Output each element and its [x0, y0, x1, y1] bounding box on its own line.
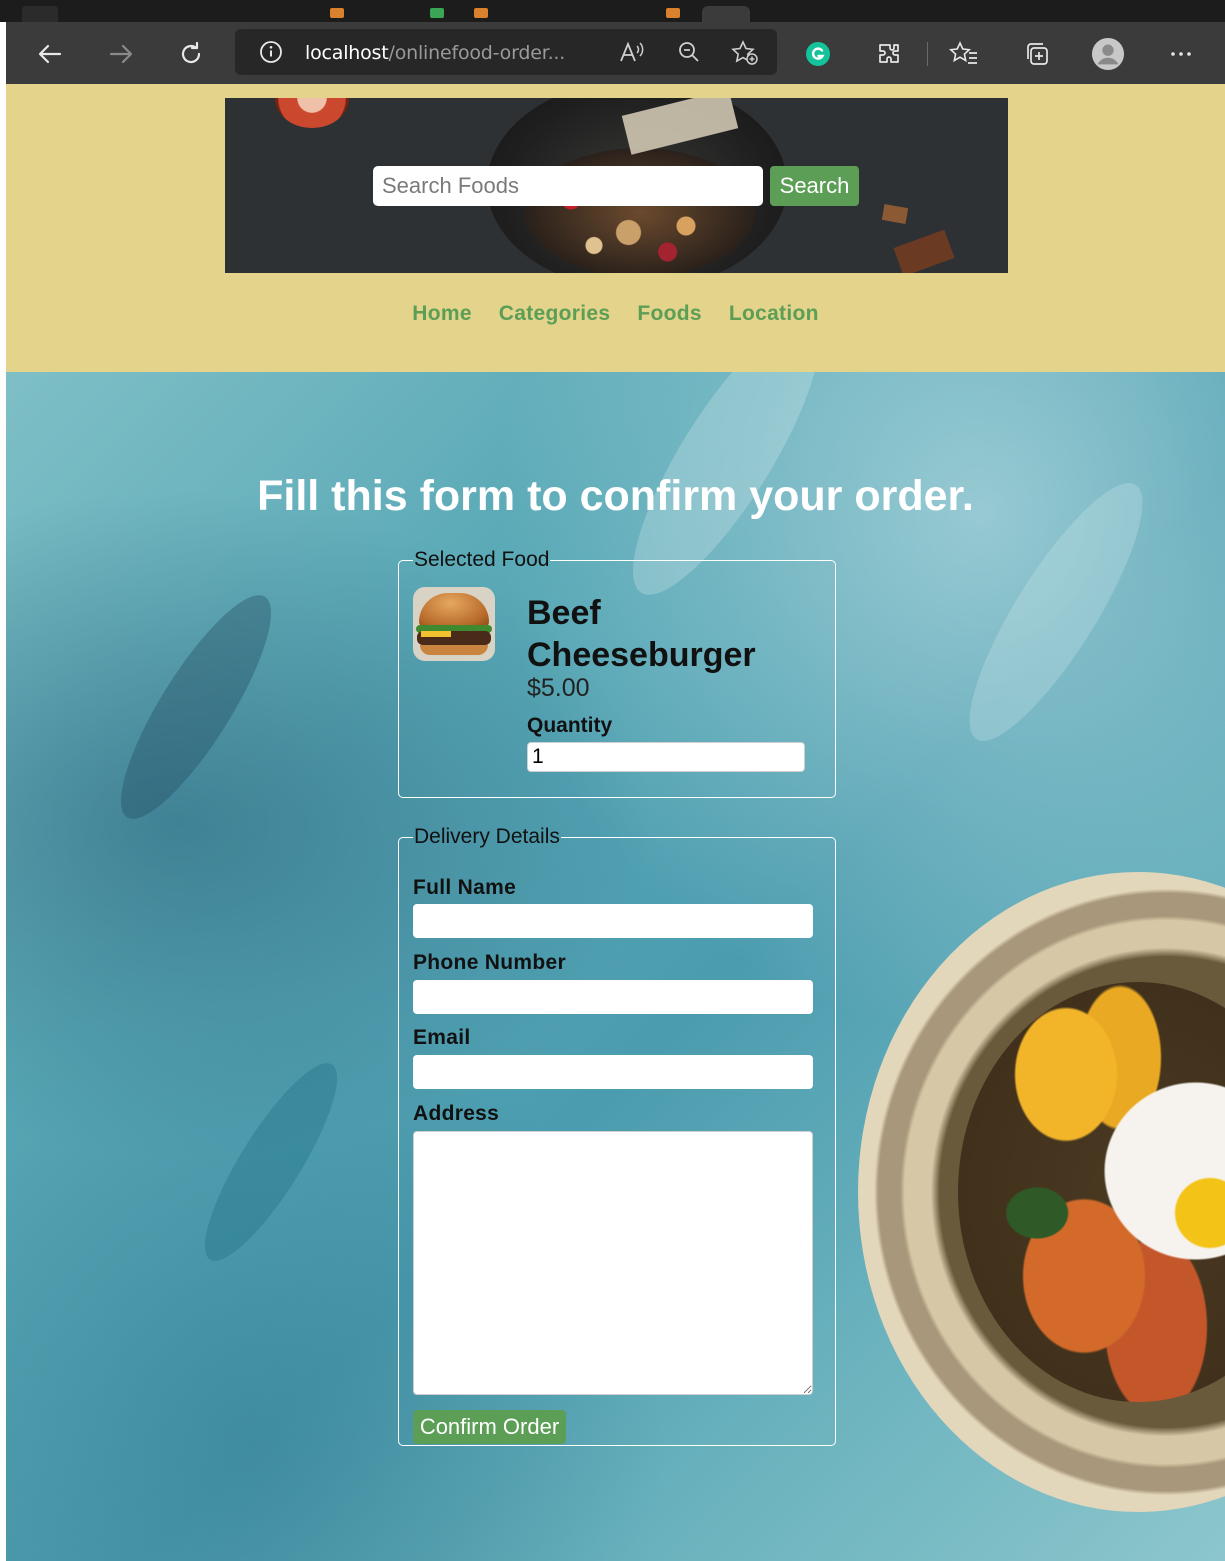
profile-icon[interactable] [1091, 37, 1125, 71]
nav-home[interactable]: Home [412, 302, 472, 326]
search-input[interactable] [373, 166, 763, 206]
refresh-icon[interactable] [174, 37, 208, 71]
nav-location[interactable]: Location [729, 302, 819, 326]
zoom-out-icon[interactable] [677, 40, 701, 64]
address-label: Address [413, 1102, 500, 1125]
tab-favicon[interactable] [474, 8, 488, 18]
tab-stub[interactable] [22, 6, 58, 22]
bowl-food-image [958, 982, 1225, 1402]
banner-chocolate-image [893, 229, 955, 273]
selected-food-legend: Selected Food [414, 548, 550, 571]
tab-favicon[interactable] [330, 8, 344, 18]
extensions-icon[interactable] [872, 37, 906, 71]
background-brushstroke [97, 578, 295, 836]
email-input[interactable] [413, 1055, 813, 1089]
active-tab[interactable] [702, 6, 750, 22]
confirm-order-button[interactable]: Confirm Order [413, 1410, 566, 1444]
burger-cheese [421, 631, 451, 637]
search-button[interactable]: Search [770, 166, 859, 206]
site-header: Search Home Categories Foods Location [6, 84, 1225, 372]
order-section: Fill this form to confirm your order. Se… [6, 372, 1225, 1561]
add-favorite-icon[interactable] [731, 40, 759, 66]
address-textarea[interactable] [413, 1131, 813, 1395]
address-bar[interactable]: localhost/onlinefood-order... [235, 29, 777, 75]
browser-toolbar: localhost/onlinefood-order... [6, 22, 1225, 84]
salad-bowl-image [858, 872, 1225, 1512]
nav-foods[interactable]: Foods [637, 302, 702, 326]
search-banner: Search [225, 98, 1008, 273]
grammarly-icon[interactable] [801, 37, 835, 71]
favorites-icon[interactable] [947, 37, 981, 71]
selected-food-fieldset: Selected Food Beef Cheeseburger $5.00 Qu… [398, 548, 836, 798]
burger-bun-bottom [420, 645, 488, 655]
info-icon[interactable] [259, 40, 283, 64]
browser-tab-strip [0, 0, 1225, 22]
url-text[interactable]: localhost/onlinefood-order... [305, 42, 565, 64]
delivery-details-legend: Delivery Details [414, 825, 560, 848]
cheeseburger-image [413, 587, 495, 661]
food-title: Beef Cheeseburger [527, 594, 756, 674]
food-price: $5.00 [527, 674, 590, 702]
banner-chocolate-image [881, 204, 909, 224]
main-nav: Home Categories Foods Location [6, 302, 1225, 326]
quantity-input[interactable] [527, 742, 805, 772]
url-host: localhost [305, 42, 389, 64]
phone-number-input[interactable] [413, 980, 813, 1014]
background-brushstroke [184, 1048, 358, 1276]
arrow-left-icon[interactable] [33, 37, 67, 71]
quantity-label: Quantity [527, 714, 613, 737]
more-icon[interactable] [1164, 37, 1198, 71]
toolbar-divider [927, 42, 928, 66]
full-name-input[interactable] [413, 904, 813, 938]
order-title: Fill this form to confirm your order. [257, 472, 974, 520]
delivery-details-fieldset: Delivery Details Full Name Phone Number … [398, 825, 836, 1446]
full-name-label: Full Name [413, 876, 517, 899]
email-label: Email [413, 1026, 471, 1049]
arrow-right-icon[interactable] [104, 37, 138, 71]
nav-categories[interactable]: Categories [499, 302, 611, 326]
collections-icon[interactable] [1020, 37, 1054, 71]
phone-number-label: Phone Number [413, 951, 566, 974]
read-aloud-icon[interactable] [619, 40, 645, 64]
tab-favicon[interactable] [666, 8, 680, 18]
url-path: /onlinefood-order... [388, 42, 566, 64]
burger-bun-top [419, 593, 489, 627]
banner-orange-image [275, 98, 349, 128]
tab-favicon[interactable] [430, 8, 444, 18]
